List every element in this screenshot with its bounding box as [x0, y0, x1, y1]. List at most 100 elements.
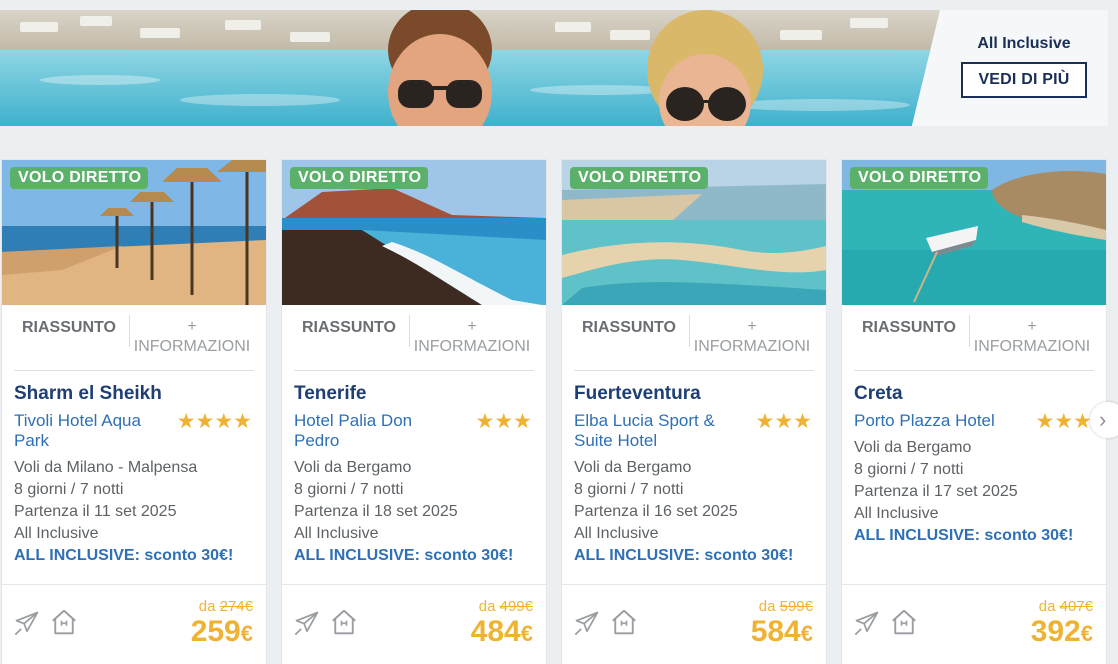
- price-from: da 499€: [479, 598, 533, 615]
- plane-icon: [574, 611, 599, 636]
- price-value: 584: [750, 615, 801, 648]
- departure-date: Partenza il 11 set 2025: [14, 503, 177, 520]
- plane-icon: [14, 611, 39, 636]
- tab-more-info[interactable]: + INFORMAZIONI: [130, 315, 254, 370]
- price-from-label: da: [1038, 598, 1056, 615]
- old-price: 274€: [219, 598, 253, 615]
- price[interactable]: 584€: [751, 615, 813, 649]
- board-type: All Inclusive: [294, 525, 379, 542]
- offer-card[interactable]: VOLO DIRETTO RIASSUNTO + INFORMAZIONI Cr…: [842, 160, 1106, 664]
- tab-more-info[interactable]: + INFORMAZIONI: [690, 315, 814, 370]
- tab-summary[interactable]: RIASSUNTO: [14, 315, 130, 347]
- chevron-right-icon[interactable]: ›: [1090, 402, 1118, 438]
- direct-flight-badge: VOLO DIRETTO: [570, 167, 709, 189]
- destination-name[interactable]: Creta: [854, 383, 903, 405]
- price-value: 259: [190, 615, 241, 648]
- star-rating: ★★★: [475, 410, 532, 433]
- trip-duration: 8 giorni / 7 notti: [574, 481, 684, 498]
- board-type: All Inclusive: [14, 525, 99, 542]
- price-from: da 274€: [199, 598, 253, 615]
- departure-airport: Voli da Milano - Malpensa: [14, 459, 198, 476]
- board-type: All Inclusive: [854, 505, 939, 522]
- price-from: da 407€: [1039, 598, 1093, 615]
- price-value: 484: [470, 615, 521, 648]
- old-price: 407€: [1059, 598, 1093, 615]
- carousel-next-glyph: ›: [1099, 407, 1107, 432]
- card-footer: da 407€ 392€: [842, 584, 1106, 664]
- destination-name[interactable]: Fuerteventura: [574, 383, 701, 405]
- destination-name[interactable]: Tenerife: [294, 383, 367, 405]
- banner-photo: [0, 10, 940, 126]
- star-rating: ★★★: [755, 410, 812, 433]
- see-more-button[interactable]: VEDI DI PIÙ: [961, 62, 1087, 98]
- card-tabs: RIASSUNTO + INFORMAZIONI: [14, 315, 254, 371]
- board-type: All Inclusive: [574, 525, 659, 542]
- promo-banner[interactable]: All Inclusive VEDI DI PIÙ: [0, 10, 1108, 126]
- card-tabs: RIASSUNTO + INFORMAZIONI: [294, 315, 534, 371]
- hotel-icon: [52, 609, 76, 635]
- departure-date: Partenza il 18 set 2025: [294, 503, 458, 520]
- departure-date: Partenza il 16 set 2025: [574, 503, 738, 520]
- card-tabs: RIASSUNTO + INFORMAZIONI: [854, 315, 1094, 371]
- departure-date: Partenza il 17 set 2025: [854, 483, 1018, 500]
- star-rating: ★★★★: [176, 410, 252, 433]
- departure-airport: Voli da Bergamo: [574, 459, 692, 476]
- plane-icon: [294, 611, 319, 636]
- offer-photo[interactable]: VOLO DIRETTO: [842, 160, 1106, 305]
- price[interactable]: 259€: [191, 615, 253, 649]
- offer-card[interactable]: VOLO DIRETTO RIASSUNTO + INFORMAZIONI Fu…: [562, 160, 826, 664]
- card-footer: da 499€ 484€: [282, 584, 546, 664]
- direct-flight-badge: VOLO DIRETTO: [290, 167, 429, 189]
- hotel-name[interactable]: Tivoli Hotel Aqua Park: [14, 411, 164, 451]
- tab-summary[interactable]: RIASSUNTO: [574, 315, 690, 347]
- trip-duration: 8 giorni / 7 notti: [294, 481, 404, 498]
- plane-icon: [854, 611, 879, 636]
- offers-carousel: VOLO DIRETTO RIASSUNTO + INFORMAZIONI Sh…: [2, 160, 1118, 664]
- offer-photo[interactable]: VOLO DIRETTO: [562, 160, 826, 305]
- offer-photo[interactable]: VOLO DIRETTO: [2, 160, 266, 305]
- promo-text: ALL INCLUSIVE: sconto 30€!: [14, 547, 234, 564]
- promo-text: ALL INCLUSIVE: sconto 30€!: [574, 547, 794, 564]
- hotel-icon: [332, 609, 356, 635]
- tab-summary[interactable]: RIASSUNTO: [854, 315, 970, 347]
- tab-more-info[interactable]: + INFORMAZIONI: [970, 315, 1094, 370]
- hotel-name[interactable]: Porto Plazza Hotel: [854, 411, 1014, 431]
- price[interactable]: 392€: [1031, 615, 1093, 649]
- price-from-label: da: [478, 598, 496, 615]
- old-price: 599€: [779, 598, 813, 615]
- destination-name[interactable]: Sharm el Sheikh: [14, 383, 162, 405]
- price-from-label: da: [758, 598, 776, 615]
- banner-cta: All Inclusive VEDI DI PIÙ: [940, 10, 1108, 126]
- trip-duration: 8 giorni / 7 notti: [14, 481, 124, 498]
- price[interactable]: 484€: [471, 615, 533, 649]
- price-from: da 599€: [759, 598, 813, 615]
- hotel-name[interactable]: Elba Lucia Sport & Suite Hotel: [574, 411, 724, 451]
- currency: €: [800, 621, 813, 646]
- banner-title: All Inclusive: [977, 35, 1071, 52]
- direct-flight-badge: VOLO DIRETTO: [850, 167, 989, 189]
- offer-photo[interactable]: VOLO DIRETTO: [282, 160, 546, 305]
- promo-text: ALL INCLUSIVE: sconto 30€!: [294, 547, 514, 564]
- card-footer: da 274€ 259€: [2, 584, 266, 664]
- currency: €: [1080, 621, 1093, 646]
- direct-flight-badge: VOLO DIRETTO: [10, 167, 149, 189]
- currency: €: [520, 621, 533, 646]
- departure-airport: Voli da Bergamo: [854, 439, 972, 456]
- offer-card[interactable]: VOLO DIRETTO RIASSUNTO + INFORMAZIONI Sh…: [2, 160, 266, 664]
- old-price: 499€: [499, 598, 533, 615]
- tab-summary[interactable]: RIASSUNTO: [294, 315, 410, 347]
- card-tabs: RIASSUNTO + INFORMAZIONI: [574, 315, 814, 371]
- price-value: 392: [1030, 615, 1081, 648]
- star-rating: ★★★: [1035, 410, 1092, 433]
- hotel-icon: [892, 609, 916, 635]
- departure-airport: Voli da Bergamo: [294, 459, 412, 476]
- card-footer: da 599€ 584€: [562, 584, 826, 664]
- trip-duration: 8 giorni / 7 notti: [854, 461, 964, 478]
- currency: €: [240, 621, 253, 646]
- hotel-name[interactable]: Hotel Palia Don Pedro: [294, 411, 444, 451]
- offer-card[interactable]: VOLO DIRETTO RIASSUNTO + INFORMAZIONI Te…: [282, 160, 546, 664]
- promo-text: ALL INCLUSIVE: sconto 30€!: [854, 527, 1074, 544]
- tab-more-info[interactable]: + INFORMAZIONI: [410, 315, 534, 370]
- price-from-label: da: [198, 598, 216, 615]
- hotel-icon: [612, 609, 636, 635]
